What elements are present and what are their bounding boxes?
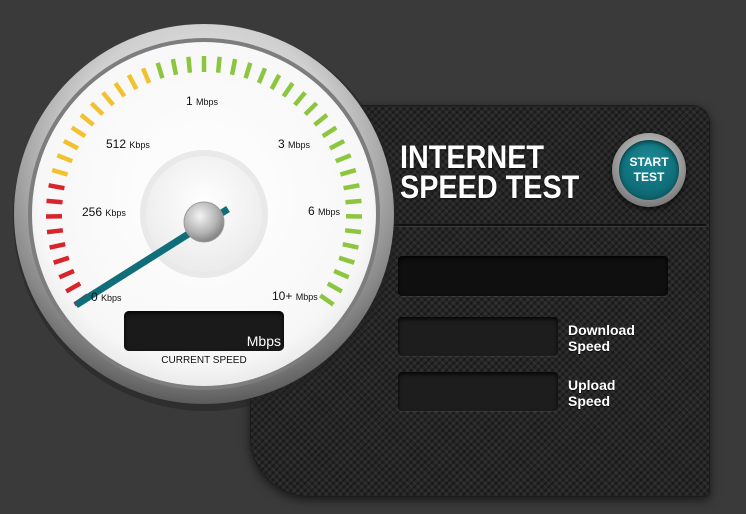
gauge-label-value: 256 (82, 205, 103, 219)
gauge-tick (186, 56, 193, 73)
gauge-label-value: 0 (91, 290, 98, 304)
gauge-label-unit: Mbps (288, 140, 311, 150)
gauge-tick (46, 228, 64, 235)
gauge-tick (48, 183, 65, 191)
gauge-tick (170, 58, 179, 76)
gauge-label-512-kbps: 512 Kbps (106, 137, 150, 151)
gauge-tick (46, 198, 63, 205)
gauge-label-unit: Kbps (129, 140, 150, 150)
speedometer-gauge (13, 24, 399, 411)
gauge-label-value: 10+ (272, 289, 293, 303)
gauge-label-unit: Mbps (318, 207, 341, 217)
current-speed-caption: CURRENT SPEED (161, 355, 247, 366)
gauge-label-value: 1 (186, 94, 193, 108)
current-speed-display: Mbps (124, 311, 284, 351)
gauge-label-1-mbps: 1 Mbps (186, 94, 218, 108)
gauge-label-unit: Mbps (295, 292, 318, 302)
gauge-tick (345, 198, 362, 205)
gauge-label-0-kbps: 0 Kbps (91, 290, 122, 304)
gauge-label-10-mbps: 10+ Mbps (272, 289, 318, 303)
gauge-tick (343, 183, 360, 191)
gauge-hub (183, 201, 225, 243)
gauge-label-unit: Kbps (105, 208, 126, 218)
gauge-label-unit: Kbps (101, 293, 122, 303)
gauge-label-value: 6 (308, 204, 315, 218)
gauge-label-value: 512 (106, 137, 127, 151)
current-speed-unit: Mbps (246, 333, 281, 349)
gauge-label-256-kbps: 256 Kbps (82, 205, 126, 219)
gauge-label-6-mbps: 6 Mbps (308, 204, 340, 218)
gauge-tick (215, 56, 222, 73)
gauge-tick (229, 58, 238, 76)
gauge-label-3-mbps: 3 Mbps (278, 137, 310, 151)
gauge-tick (344, 228, 362, 235)
gauge-label-value: 3 (278, 137, 285, 151)
gauge-label-unit: Mbps (196, 97, 219, 107)
